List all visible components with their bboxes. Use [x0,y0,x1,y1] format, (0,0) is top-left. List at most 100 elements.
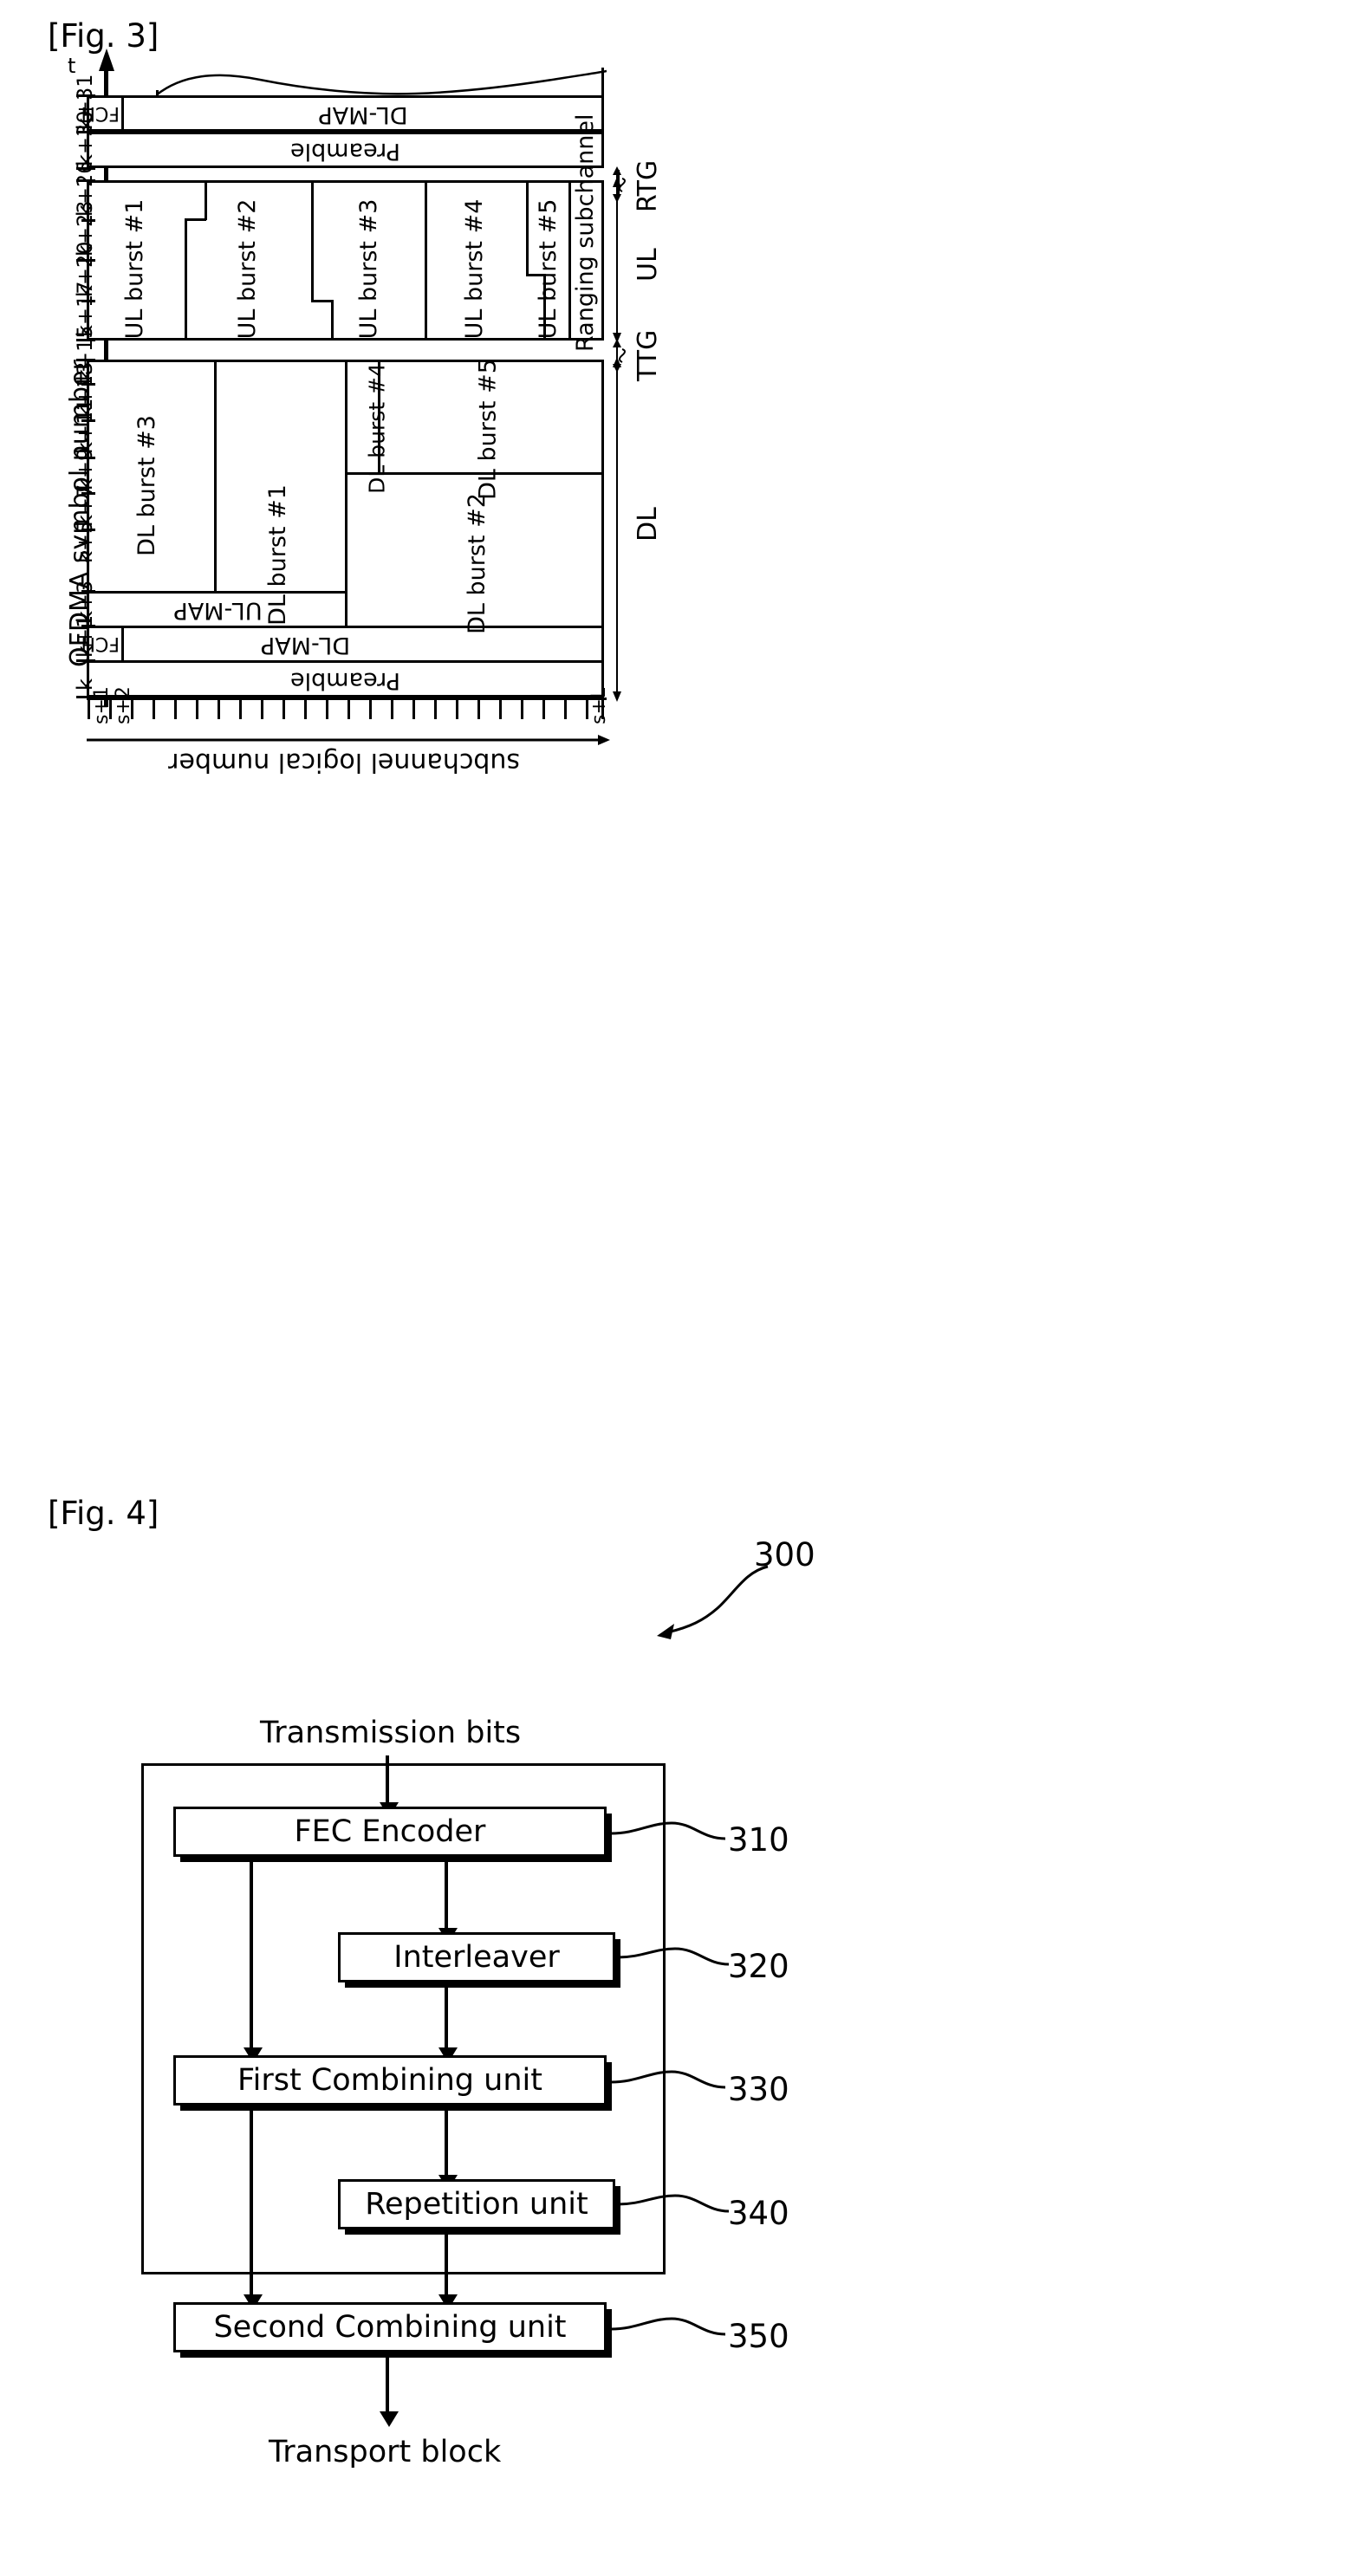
x-tick [88,698,90,719]
x-tick [499,698,502,719]
repetition-to-second-line [445,2233,448,2298]
ul-burst-3-label: UL burst #3 [355,198,382,340]
output-label: Transport block [269,2435,502,2469]
x-tick [347,698,350,719]
x-tick [434,698,437,719]
dl-preamble-label: Preamble [289,667,401,694]
next-frame-dlmap-label: DL-MAP [318,101,408,128]
ul-burst5-right-edge [568,180,571,341]
dl-burst-2-label: DL burst #2 [464,493,490,634]
dl-burst-3-label: DL burst #3 [133,415,160,556]
ul-ranging-subchannel-label: Ranging subchannel [572,114,599,352]
fec-bypass-line [250,1860,253,2051]
x-tick [218,698,220,719]
x-tick [521,698,523,719]
second-combining-ref: 350 [728,2318,789,2355]
dl-dlmap-label: DL-MAP [260,632,351,659]
ul-burst-2-label: UL burst #2 [234,198,261,340]
ul-burst1-step-top [185,218,206,221]
interleaver-to-first-line [445,1986,448,2051]
x-tick [542,698,545,719]
input-label: Transmission bits [260,1716,522,1750]
fec-to-interleaver-line [445,1860,448,1931]
repetition-ref: 340 [728,2195,789,2232]
repetition-leader [618,2194,730,2213]
x-axis-title: subchannel logical number [168,747,520,777]
ttg-label: TTG [633,329,663,381]
system-ref-leader [657,1565,769,1639]
dl-preamble-top-edge [87,660,604,663]
x-tick-label-s2: s+2 [113,686,134,724]
x-tick [239,698,242,719]
x-tick [261,698,263,719]
output-arrow-line [386,2356,389,2415]
y-tick-k0 [76,659,95,662]
fec-encoder-ref: 310 [728,1821,789,1859]
x-tick [326,698,328,719]
ul-map-top-edge [87,591,347,594]
first-combining-leader [611,2070,726,2089]
x-tick [196,698,198,719]
next-frame-preamble-label: Preamble [289,138,401,165]
second-combining-leader [611,2317,726,2336]
rtg-label: RTG [633,159,663,212]
ul-burst-1-label: UL burst #1 [121,198,148,340]
x-tick [369,698,372,719]
x-axis-line [87,698,607,700]
dl-burst1-right-edge [345,360,347,628]
dl-burst-4-label: DL burst #4 [364,363,390,494]
dl-span-label: DL [633,507,663,542]
y-tick-label-k30: k+30 [73,110,97,166]
x-tick [304,698,307,719]
ul-burst1-step-edge [205,180,207,220]
time-axis-arrowhead [99,49,114,71]
x-tick [456,698,458,719]
x-tick [283,698,285,719]
frame-break-wave [156,69,607,96]
ul-burst2-step-top [311,300,333,302]
x-tick [412,698,415,719]
interleaver-leader [618,1947,730,1966]
x-tick [564,698,567,719]
x-tick [174,698,177,719]
fec-encoder-block[interactable]: FEC Encoder [173,1807,607,1857]
dl-burst3-right-edge [214,360,217,591]
x-tick [153,698,155,719]
figure-3: [Fig. 3] t OFDMA symbol number FCH DL-MA… [0,0,1351,1473]
ul-span-label: UL [633,248,663,282]
ul-burst4-right-edge [526,180,529,276]
first-to-repetition-line [445,2109,448,2178]
dl-burst-5-label: DL burst #5 [474,359,502,500]
y-tick-label-k5: k+5 [73,520,97,563]
ul-burst1-right-edge [185,219,187,341]
ul-burst-5-label: UL burst #5 [535,198,562,340]
first-combining-unit-block[interactable]: First Combining unit [173,2055,607,2106]
frame-break-right-edge [601,68,604,99]
interleaver-ref: 320 [728,1948,789,1985]
ul-map-label: UL-MAP [173,597,263,624]
second-combining-unit-block[interactable]: Second Combining unit [173,2302,607,2352]
interleaver-block[interactable]: Interleaver [338,1932,615,1982]
x-tick-label-sL: s+L [588,687,610,724]
y-tick-label-k1: k+1 [73,614,97,658]
figure-4-label: [Fig. 4] [48,1495,159,1532]
ul-burst3-right-edge [425,180,427,341]
output-arrow-head [380,2411,399,2427]
ul-burst2-step-edge [331,300,334,341]
figure-4: [Fig. 4] 300 Transmission bits FEC Encod… [0,1438,1351,2576]
dl-fch-divider [121,626,124,660]
x-tick [477,698,480,719]
ul-burst2-right-edge [311,180,314,302]
next-frame-fch-divider [121,95,124,132]
fec-encoder-leader [611,1821,726,1840]
first-combining-ref: 330 [728,2071,789,2108]
x-tick-label-s1: s+1 [91,686,113,724]
first-bypass-line [250,2109,253,2298]
dl-span-bracket [613,357,621,702]
ul-burst-4-label: UL burst #4 [461,198,488,340]
repetition-unit-block[interactable]: Repetition unit [338,2179,615,2229]
x-tick [391,698,393,719]
y-tick-label-k11: k+11 [73,398,97,454]
dl-burst-1-label: DL burst #1 [264,484,291,626]
ul-span-bracket [613,177,621,343]
